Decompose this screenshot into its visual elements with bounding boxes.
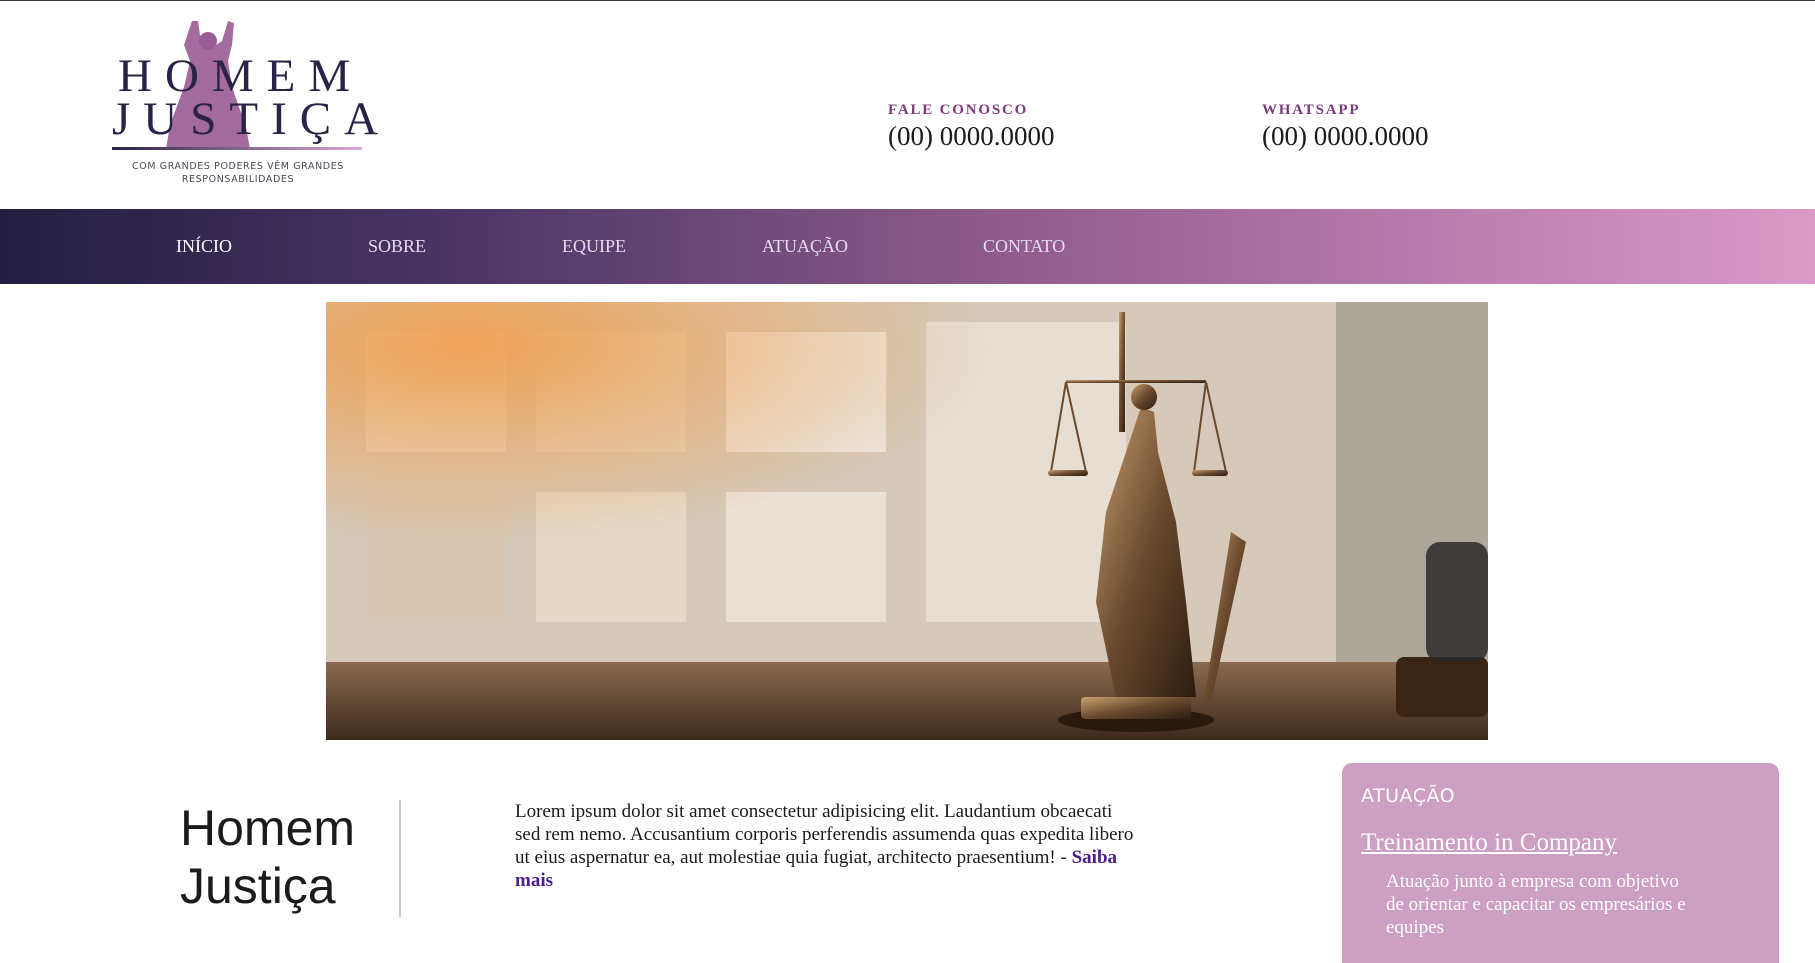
logo-tagline: COM GRANDES PODERES VÊM GRANDES RESPONSA… (132, 161, 344, 185)
about-body: Lorem ipsum dolor sit amet consectetur a… (515, 801, 1134, 868)
nav-item-atuacao[interactable]: ATUAÇÃO (762, 209, 848, 284)
about-title-line1: Homem (180, 800, 356, 856)
site-logo[interactable]: HOMEM JUSTIÇA COM GRANDES PODERES VÊM GR… (108, 17, 378, 192)
contact-whatsapp-label: WHATSAPP (1262, 102, 1361, 118)
nav-item-contato[interactable]: CONTATO (983, 209, 1065, 284)
divider (399, 800, 401, 917)
contact-phone-number[interactable]: (00) 0000.0000 (888, 121, 1054, 152)
nav-item-inicio[interactable]: INÍCIO (176, 209, 232, 284)
logo-word-justica: JUSTIÇA (112, 93, 392, 145)
site-header: HOMEM JUSTIÇA COM GRANDES PODERES VÊM GR… (0, 1, 1815, 208)
about-text: Lorem ipsum dolor sit amet consectetur a… (515, 800, 1135, 892)
panel-title: ATUAÇÃO (1361, 785, 1456, 807)
contact-whatsapp-number[interactable]: (00) 0000.0000 (1262, 121, 1428, 152)
logo-underline (112, 147, 362, 150)
nav-item-sobre[interactable]: SOBRE (368, 209, 426, 284)
contact-phone: FALE CONOSCO (00) 0000.0000 (888, 102, 1054, 152)
panel-description: Atuação junto à empresa com objetivo de … (1386, 871, 1686, 938)
treinamento-link[interactable]: Treinamento in Company (1361, 829, 1617, 857)
main-nav: INÍCIO SOBRE EQUIPE ATUAÇÃO CONTATO (0, 209, 1815, 284)
hero-image (326, 302, 1488, 740)
about-title: Homem Justiça (180, 799, 355, 915)
lady-justice-image (326, 302, 1488, 740)
contact-phone-label: FALE CONOSCO (888, 102, 1029, 118)
nav-item-equipe[interactable]: EQUIPE (562, 209, 626, 284)
about-title-line2: Justiça (180, 858, 336, 914)
contact-whatsapp: WHATSAPP (00) 0000.0000 (1262, 102, 1428, 152)
atuacao-panel: ATUAÇÃO Treinamento in Company Atuação j… (1342, 763, 1779, 963)
